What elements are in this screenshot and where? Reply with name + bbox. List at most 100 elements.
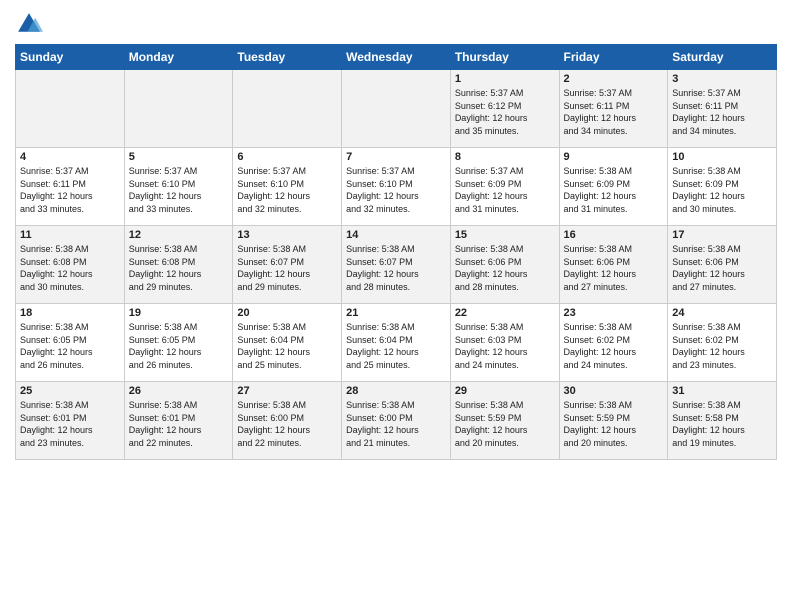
week-row-4: 18 Sunrise: 5:38 AM Sunset: 6:05 PM Dayli… bbox=[16, 304, 777, 382]
calendar-table: SundayMondayTuesdayWednesdayThursdayFrid… bbox=[15, 44, 777, 460]
cell-content: Sunrise: 5:38 AM Sunset: 6:02 PM Dayligh… bbox=[672, 322, 745, 370]
cell-content: Sunrise: 5:37 AM Sunset: 6:10 PM Dayligh… bbox=[237, 166, 310, 214]
calendar-cell: 23Sunrise: 5:38 AM Sunset: 6:02 PM Dayli… bbox=[559, 304, 668, 382]
calendar-cell: 27Sunrise: 5:38 AM Sunset: 6:00 PM Dayli… bbox=[233, 382, 342, 460]
calendar-cell: 5Sunrise: 5:37 AM Sunset: 6:10 PM Daylig… bbox=[124, 148, 233, 226]
calendar-cell: 25 Sunrise: 5:38 AM Sunset: 6:01 PM Dayli… bbox=[16, 382, 125, 460]
cell-content: Sunrise: 5:37 AM Sunset: 6:11 PM Dayligh… bbox=[672, 88, 745, 136]
calendar-cell: 6 Sunrise: 5:37 AM Sunset: 6:10 PM Daylig… bbox=[233, 148, 342, 226]
day-number: 22 bbox=[455, 307, 555, 319]
calendar-cell: 15Sunrise: 5:38 AM Sunset: 6:06 PM Dayli… bbox=[450, 226, 559, 304]
calendar-cell: 30 Sunrise: 5:38 AM Sunset: 5:59 PM Dayli… bbox=[559, 382, 668, 460]
calendar-cell: 31 Sunrise: 5:38 AM Sunset: 5:58 PM Dayli… bbox=[668, 382, 777, 460]
day-number: 16 bbox=[564, 229, 664, 241]
week-row-3: 11 Sunrise: 5:38 AM Sunset: 6:08 PM Dayli… bbox=[16, 226, 777, 304]
calendar-cell: 2 Sunrise: 5:37 AM Sunset: 6:11 PM Daylig… bbox=[559, 70, 668, 148]
day-number: 25 bbox=[20, 385, 120, 397]
week-row-5: 25 Sunrise: 5:38 AM Sunset: 6:01 PM Dayli… bbox=[16, 382, 777, 460]
day-number: 12 bbox=[129, 229, 229, 241]
calendar-cell: 14 Sunrise: 5:38 AM Sunset: 6:07 PM Dayli… bbox=[342, 226, 451, 304]
calendar-cell bbox=[233, 70, 342, 148]
calendar-cell: 19 Sunrise: 5:38 AM Sunset: 6:05 PM Dayli… bbox=[124, 304, 233, 382]
cell-content: Sunrise: 5:38 AM Sunset: 6:02 PM Dayligh… bbox=[564, 322, 637, 370]
calendar-cell: 24 Sunrise: 5:38 AM Sunset: 6:02 PM Dayli… bbox=[668, 304, 777, 382]
calendar-header: SundayMondayTuesdayWednesdayThursdayFrid… bbox=[16, 45, 777, 70]
calendar-cell: 7 Sunrise: 5:37 AM Sunset: 6:10 PM Daylig… bbox=[342, 148, 451, 226]
cell-content: Sunrise: 5:37 AM Sunset: 6:10 PM Dayligh… bbox=[346, 166, 419, 214]
day-number: 11 bbox=[20, 229, 120, 241]
calendar-cell: 22 Sunrise: 5:38 AM Sunset: 6:03 PM Dayli… bbox=[450, 304, 559, 382]
calendar-cell: 8 Sunrise: 5:37 AM Sunset: 6:09 PM Daylig… bbox=[450, 148, 559, 226]
cell-content: Sunrise: 5:37 AM Sunset: 6:12 PM Dayligh… bbox=[455, 88, 528, 136]
header-cell-sunday: Sunday bbox=[16, 45, 125, 70]
header-cell-saturday: Saturday bbox=[668, 45, 777, 70]
day-number: 15 bbox=[455, 229, 555, 241]
day-number: 8 bbox=[455, 151, 555, 163]
day-number: 9 bbox=[564, 151, 664, 163]
day-number: 24 bbox=[672, 307, 772, 319]
day-number: 19 bbox=[129, 307, 229, 319]
calendar-cell: 9 Sunrise: 5:38 AM Sunset: 6:09 PM Daylig… bbox=[559, 148, 668, 226]
cell-content: Sunrise: 5:38 AM Sunset: 6:01 PM Dayligh… bbox=[20, 400, 93, 448]
cell-content: Sunrise: 5:38 AM Sunset: 6:00 PM Dayligh… bbox=[346, 400, 419, 448]
day-number: 21 bbox=[346, 307, 446, 319]
cell-content: Sunrise: 5:38 AM Sunset: 6:01 PM Dayligh… bbox=[129, 400, 202, 448]
header-cell-friday: Friday bbox=[559, 45, 668, 70]
calendar-cell: 11 Sunrise: 5:38 AM Sunset: 6:08 PM Dayli… bbox=[16, 226, 125, 304]
cell-content: Sunrise: 5:38 AM Sunset: 5:59 PM Dayligh… bbox=[564, 400, 637, 448]
day-number: 31 bbox=[672, 385, 772, 397]
day-number: 20 bbox=[237, 307, 337, 319]
day-number: 18 bbox=[20, 307, 120, 319]
day-number: 14 bbox=[346, 229, 446, 241]
day-number: 26 bbox=[129, 385, 229, 397]
day-number: 3 bbox=[672, 73, 772, 85]
logo bbox=[15, 10, 47, 38]
calendar-cell: 3 Sunrise: 5:37 AM Sunset: 6:11 PM Daylig… bbox=[668, 70, 777, 148]
day-number: 7 bbox=[346, 151, 446, 163]
cell-content: Sunrise: 5:38 AM Sunset: 6:09 PM Dayligh… bbox=[564, 166, 637, 214]
calendar-cell: 4 Sunrise: 5:37 AM Sunset: 6:11 PM Daylig… bbox=[16, 148, 125, 226]
cell-content: Sunrise: 5:37 AM Sunset: 6:09 PM Dayligh… bbox=[455, 166, 528, 214]
header-cell-tuesday: Tuesday bbox=[233, 45, 342, 70]
day-number: 1 bbox=[455, 73, 555, 85]
day-number: 30 bbox=[564, 385, 664, 397]
cell-content: Sunrise: 5:38 AM Sunset: 5:59 PM Dayligh… bbox=[455, 400, 528, 448]
day-number: 6 bbox=[237, 151, 337, 163]
header bbox=[15, 10, 777, 38]
cell-content: Sunrise: 5:38 AM Sunset: 6:08 PM Dayligh… bbox=[20, 244, 93, 292]
day-number: 2 bbox=[564, 73, 664, 85]
cell-content: Sunrise: 5:38 AM Sunset: 6:00 PM Dayligh… bbox=[237, 400, 310, 448]
day-number: 4 bbox=[20, 151, 120, 163]
cell-content: Sunrise: 5:37 AM Sunset: 6:11 PM Dayligh… bbox=[564, 88, 637, 136]
calendar-cell bbox=[342, 70, 451, 148]
cell-content: Sunrise: 5:38 AM Sunset: 6:05 PM Dayligh… bbox=[20, 322, 93, 370]
calendar-cell: 17Sunrise: 5:38 AM Sunset: 6:06 PM Dayli… bbox=[668, 226, 777, 304]
cell-content: Sunrise: 5:38 AM Sunset: 5:58 PM Dayligh… bbox=[672, 400, 745, 448]
header-cell-thursday: Thursday bbox=[450, 45, 559, 70]
header-cell-wednesday: Wednesday bbox=[342, 45, 451, 70]
day-number: 29 bbox=[455, 385, 555, 397]
cell-content: Sunrise: 5:38 AM Sunset: 6:05 PM Dayligh… bbox=[129, 322, 202, 370]
cell-content: Sunrise: 5:38 AM Sunset: 6:09 PM Dayligh… bbox=[672, 166, 745, 214]
calendar-cell: 16Sunrise: 5:38 AM Sunset: 6:06 PM Dayli… bbox=[559, 226, 668, 304]
cell-content: Sunrise: 5:38 AM Sunset: 6:07 PM Dayligh… bbox=[346, 244, 419, 292]
calendar-cell: 21Sunrise: 5:38 AM Sunset: 6:04 PM Dayli… bbox=[342, 304, 451, 382]
day-number: 5 bbox=[129, 151, 229, 163]
cell-content: Sunrise: 5:38 AM Sunset: 6:03 PM Dayligh… bbox=[455, 322, 528, 370]
calendar-body: 1 Sunrise: 5:37 AM Sunset: 6:12 PM Daylig… bbox=[16, 70, 777, 460]
logo-icon bbox=[15, 10, 43, 38]
calendar-cell: 13 Sunrise: 5:38 AM Sunset: 6:07 PM Dayli… bbox=[233, 226, 342, 304]
day-number: 13 bbox=[237, 229, 337, 241]
cell-content: Sunrise: 5:38 AM Sunset: 6:08 PM Dayligh… bbox=[129, 244, 202, 292]
page: SundayMondayTuesdayWednesdayThursdayFrid… bbox=[0, 0, 792, 612]
cell-content: Sunrise: 5:38 AM Sunset: 6:07 PM Dayligh… bbox=[237, 244, 310, 292]
calendar-cell bbox=[16, 70, 125, 148]
day-number: 10 bbox=[672, 151, 772, 163]
week-row-2: 4 Sunrise: 5:37 AM Sunset: 6:11 PM Daylig… bbox=[16, 148, 777, 226]
day-number: 28 bbox=[346, 385, 446, 397]
header-row: SundayMondayTuesdayWednesdayThursdayFrid… bbox=[16, 45, 777, 70]
cell-content: Sunrise: 5:37 AM Sunset: 6:11 PM Dayligh… bbox=[20, 166, 93, 214]
calendar-cell: 10 Sunrise: 5:38 AM Sunset: 6:09 PM Dayli… bbox=[668, 148, 777, 226]
day-number: 17 bbox=[672, 229, 772, 241]
cell-content: Sunrise: 5:38 AM Sunset: 6:04 PM Dayligh… bbox=[237, 322, 310, 370]
